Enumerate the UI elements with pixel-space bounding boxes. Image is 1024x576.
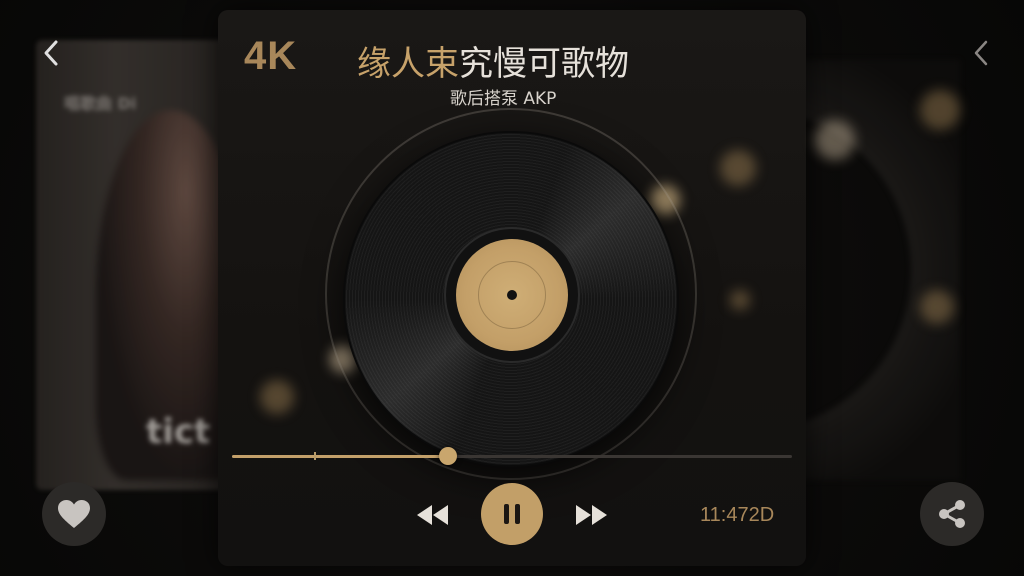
- next-button[interactable]: [571, 500, 611, 530]
- next-page-button[interactable]: [966, 38, 996, 68]
- back-button[interactable]: [36, 38, 66, 68]
- progress-fill: [232, 455, 448, 458]
- bokeh-light: [920, 290, 954, 324]
- favorite-button[interactable]: [42, 482, 106, 546]
- quality-badge: 4K: [244, 34, 298, 78]
- play-pause-button[interactable]: [481, 483, 543, 545]
- rewind-icon: [417, 505, 448, 525]
- pause-icon: [504, 504, 520, 524]
- bokeh-light: [730, 290, 750, 310]
- time-display: 11:472D: [700, 504, 775, 526]
- progress-thumb[interactable]: [438, 447, 457, 465]
- artist-subtitle: 歌后搭泵 AKP: [450, 89, 557, 109]
- bokeh-light: [920, 90, 960, 130]
- previous-album-title: 唱歌曲 Di: [64, 94, 137, 113]
- fast-forward-icon: [576, 505, 607, 525]
- previous-album-card[interactable]: 唱歌曲 Di tict: [36, 40, 236, 490]
- previous-album-text: tict: [146, 412, 211, 452]
- chevron-left-icon: [44, 40, 58, 66]
- bokeh-light: [815, 120, 855, 160]
- bokeh-light: [720, 150, 756, 186]
- progress-track[interactable]: [232, 455, 792, 458]
- heart-icon: [58, 500, 90, 528]
- chevron-left-icon: [974, 40, 988, 66]
- progress-marker: [314, 452, 316, 460]
- previous-button[interactable]: [413, 500, 453, 530]
- spindle-hole: [507, 290, 517, 300]
- bokeh-light: [260, 380, 294, 414]
- song-title-highlight: 缘人束: [357, 44, 459, 84]
- song-title: 缘人束究慢可歌物: [357, 36, 629, 85]
- share-button[interactable]: [920, 482, 984, 546]
- song-title-rest: 究慢可歌物: [459, 44, 629, 84]
- share-icon: [939, 500, 965, 528]
